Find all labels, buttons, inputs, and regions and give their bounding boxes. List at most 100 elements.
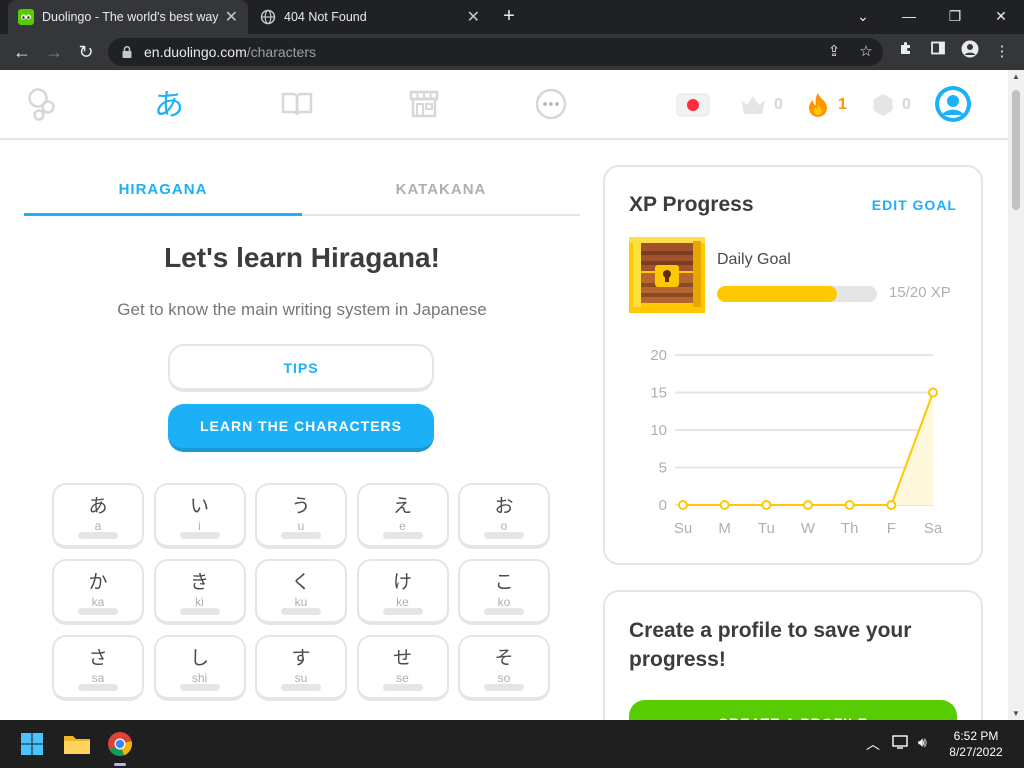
character-romaji: ki	[195, 595, 204, 609]
character-card[interactable]: さ sa	[52, 635, 144, 701]
character-card[interactable]: き ki	[153, 559, 246, 625]
restore-window-button[interactable]: ❐	[940, 4, 970, 28]
tab-search-chevron-icon[interactable]: ⌄	[848, 4, 878, 28]
lock-icon	[122, 45, 132, 58]
close-tab-icon[interactable]: ✕	[225, 7, 238, 27]
japanese-flag-icon[interactable]	[676, 92, 710, 118]
character-progress-bar	[281, 684, 321, 691]
scroll-up-arrow-icon[interactable]: ▲	[1011, 72, 1021, 81]
chart-data-point	[803, 500, 813, 510]
streak-count: 1	[838, 96, 847, 113]
new-tab-button[interactable]: +	[497, 6, 521, 28]
chart-series-line	[683, 392, 934, 506]
character-card[interactable]: け ke	[356, 559, 449, 625]
create-profile-button[interactable]: CREATE A PROFILE	[629, 700, 957, 720]
character-card[interactable]: し shi	[153, 635, 246, 701]
stories-book-icon[interactable]	[280, 87, 314, 121]
character-card[interactable]: す su	[255, 635, 347, 701]
windows-start-icon[interactable]	[16, 728, 48, 760]
daily-goal-progress-text: 15/20 XP	[889, 284, 951, 301]
side-panel-icon[interactable]	[926, 40, 950, 64]
scroll-down-arrow-icon[interactable]: ▼	[1011, 709, 1021, 718]
character-romaji: u	[297, 519, 305, 533]
close-window-button[interactable]: ✕	[986, 4, 1016, 28]
show-hidden-icons-chevron-icon[interactable]: ︿	[866, 734, 880, 754]
profile-icon[interactable]	[958, 40, 982, 64]
more-ellipsis-icon[interactable]	[534, 87, 568, 121]
learn-characters-button[interactable]: LEARN THE CHARACTERS	[168, 404, 434, 452]
duolingo-page: あ 0 1 0 HIRAGANA KATAKANA Let's learn Hi…	[0, 70, 1008, 720]
chart-y-tick-label: 15	[650, 385, 667, 402]
minimize-window-button[interactable]: —	[894, 4, 924, 28]
tips-button[interactable]: TIPS	[168, 344, 434, 392]
forward-arrow-icon[interactable]: →	[42, 40, 66, 64]
streak-flame-icon	[809, 93, 827, 117]
chart-data-point	[844, 500, 855, 510]
user-avatar-icon[interactable]	[934, 85, 972, 123]
chart-x-tick-label: Th	[841, 520, 859, 537]
streak-stat[interactable]: 1	[806, 92, 847, 118]
daily-goal-progress-fill	[717, 286, 837, 302]
gems-stat[interactable]: 0	[872, 92, 911, 118]
system-clock[interactable]: 6:52 PM 8/27/2022	[936, 728, 1016, 760]
character-romaji: i	[198, 519, 201, 533]
character-romaji: ke	[396, 595, 409, 609]
character-card[interactable]: か ka	[52, 559, 144, 625]
character-card[interactable]: せ se	[356, 635, 449, 701]
character-progress-bar	[382, 532, 423, 539]
shop-storefront-icon[interactable]	[407, 87, 441, 121]
page-scrollbar[interactable]: ▲ ▼	[1008, 70, 1024, 720]
back-arrow-icon[interactable]: ←	[10, 40, 34, 64]
browser-tab-strip: Duolingo - The world's best way ✕ 404 No…	[0, 0, 1024, 34]
browser-tab-title: Duolingo - The world's best way	[42, 10, 219, 24]
reload-icon[interactable]: ↻	[74, 40, 98, 64]
file-explorer-icon[interactable]	[61, 728, 93, 760]
character-card[interactable]: いi	[153, 483, 246, 549]
character-kana: お	[494, 495, 514, 517]
daily-goal-label: Daily Goal	[717, 251, 791, 268]
gem-icon	[873, 94, 893, 116]
chrome-taskbar-icon[interactable]	[104, 728, 136, 760]
bookmark-star-icon[interactable]: ☆	[854, 40, 878, 64]
tab-hiragana[interactable]: HIRAGANA	[24, 170, 302, 216]
tab-katakana[interactable]: KATAKANA	[302, 170, 580, 216]
character-romaji: ko	[497, 595, 511, 609]
browser-menu-icon[interactable]: ⋮	[990, 40, 1014, 64]
character-card[interactable]: あa	[52, 483, 144, 549]
url-path: /characters	[246, 44, 316, 60]
character-card[interactable]: そ so	[458, 635, 550, 701]
character-card[interactable]: おo	[458, 483, 550, 549]
character-card[interactable]: えe	[356, 483, 449, 549]
scrollbar-thumb[interactable]	[1012, 90, 1020, 210]
clock-date: 8/27/2022	[949, 745, 1003, 759]
learn-bubbles-icon[interactable]	[25, 87, 59, 121]
character-progress-bar	[78, 532, 118, 539]
chart-x-tick-label: Su	[674, 520, 692, 537]
browser-tab-duolingo[interactable]: Duolingo - The world's best way ✕	[8, 0, 248, 34]
extensions-puzzle-icon[interactable]	[894, 40, 918, 64]
character-card[interactable]: うu	[255, 483, 347, 549]
character-kana: か	[88, 571, 108, 593]
globe-icon	[260, 9, 276, 25]
character-romaji: sa	[91, 671, 105, 685]
character-progress-bar	[78, 608, 118, 615]
chart-x-tick-label: M	[718, 520, 731, 537]
character-kana: う	[291, 495, 311, 517]
crowns-count: 0	[774, 96, 783, 113]
crowns-stat[interactable]: 0	[738, 92, 783, 118]
character-kana: く	[291, 571, 311, 593]
edit-goal-button[interactable]: EDIT GOAL	[872, 197, 957, 213]
address-bar[interactable]: en.duolingo.com/characters	[108, 38, 883, 66]
active-app-indicator	[114, 763, 126, 766]
character-card[interactable]: く ku	[255, 559, 347, 625]
close-tab-icon[interactable]: ✕	[467, 7, 480, 27]
chart-data-point	[886, 500, 897, 510]
characters-kana-icon[interactable]: あ	[152, 87, 186, 121]
character-romaji: so	[497, 671, 511, 685]
network-icon[interactable]	[892, 734, 910, 753]
share-icon[interactable]: ⇪	[822, 40, 846, 64]
browser-tab-404[interactable]: 404 Not Found ✕	[250, 0, 490, 34]
volume-icon[interactable]: 🔊︎	[918, 734, 927, 751]
character-card[interactable]: こ ko	[458, 559, 550, 625]
chart-y-tick-label: 10	[650, 422, 667, 439]
